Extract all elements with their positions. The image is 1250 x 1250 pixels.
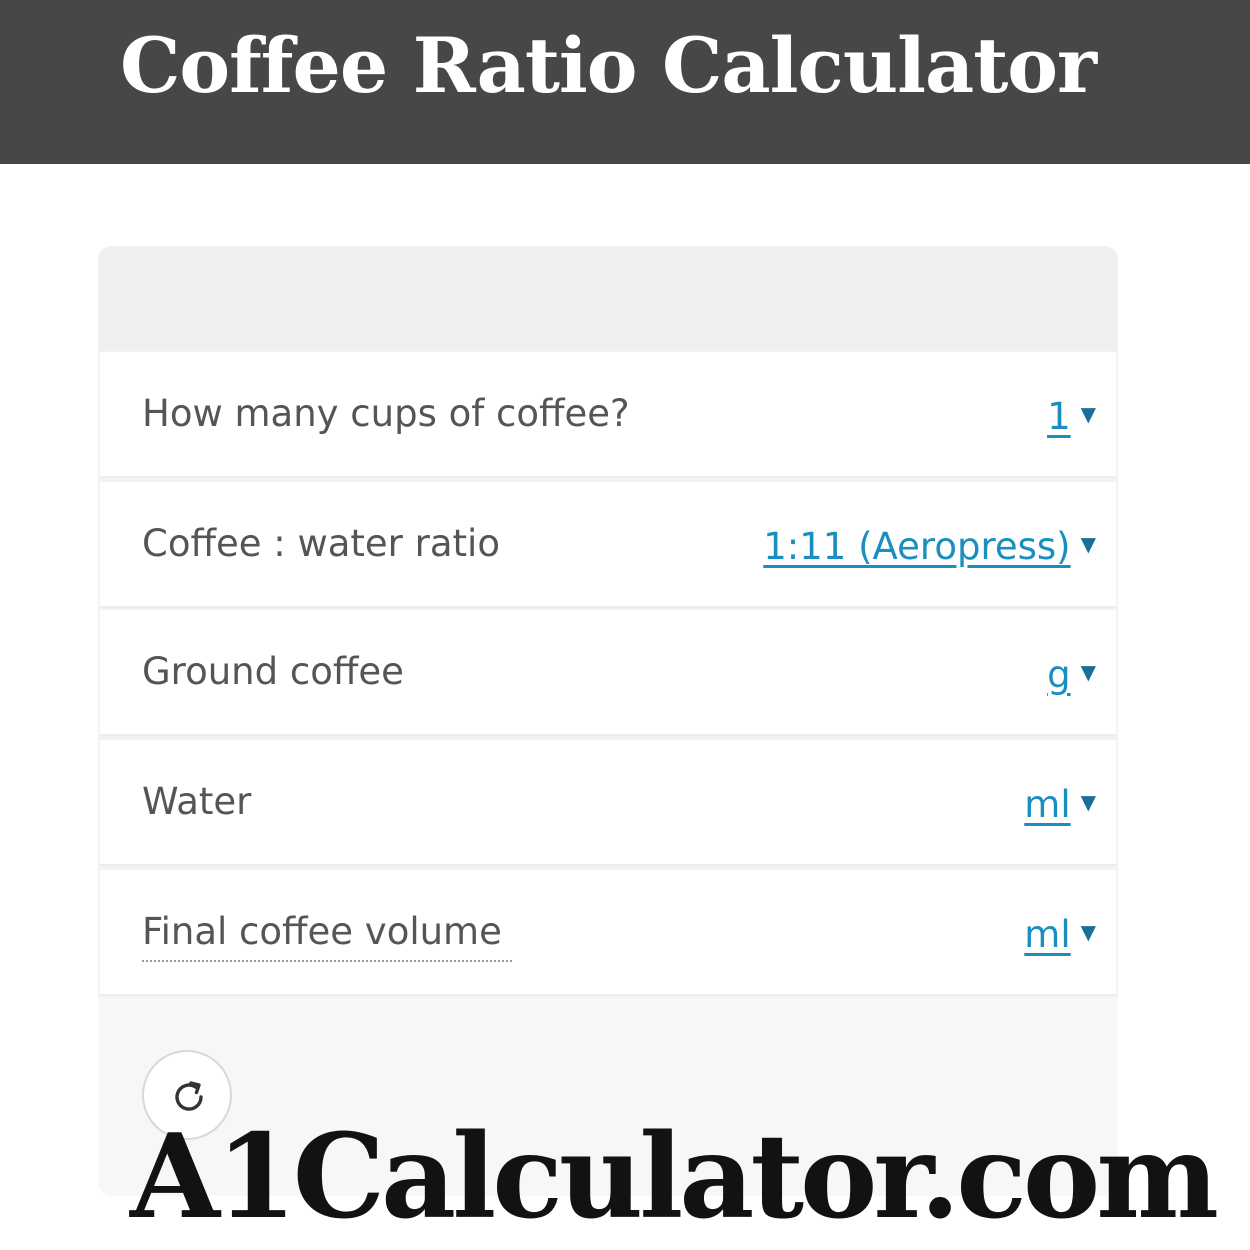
cups-select[interactable]: 1 ▼ (1047, 388, 1096, 443)
chevron-down-icon: ▼ (1080, 790, 1096, 814)
cups-label: How many cups of coffee? (142, 392, 630, 435)
chevron-down-icon: ▼ (1080, 920, 1096, 944)
row-ground-coffee: Ground coffee g ▼ (100, 610, 1116, 736)
page-title: Coffee Ratio Calculator (119, 21, 1097, 110)
water-unit-select[interactable]: ml ▼ (1024, 776, 1096, 831)
row-ratio: Coffee : water ratio 1:11 (Aeropress) ▼ (100, 482, 1116, 608)
row-final-volume: Final coffee volume ml ▼ (100, 870, 1116, 996)
final-volume-unit-select[interactable]: ml ▼ (1024, 906, 1096, 961)
row-cups: How many cups of coffee? 1 ▼ (100, 352, 1116, 478)
final-volume-unit-value: ml (1024, 913, 1071, 956)
ratio-select-value: 1:11 (Aeropress) (763, 525, 1071, 568)
ratio-select[interactable]: 1:11 (Aeropress) ▼ (763, 518, 1096, 573)
page-header: Coffee Ratio Calculator (0, 0, 1250, 164)
chevron-down-icon: ▼ (1080, 402, 1096, 426)
calculator-card-header (98, 246, 1118, 350)
row-water: Water ml ▼ (100, 740, 1116, 866)
chevron-down-icon: ▼ (1080, 532, 1096, 556)
site-watermark: A1Calculator.com (130, 1109, 1219, 1245)
water-label: Water (142, 780, 252, 823)
final-volume-label[interactable]: Final coffee volume (142, 906, 512, 962)
cups-select-value: 1 (1047, 395, 1071, 438)
ground-coffee-label: Ground coffee (142, 650, 404, 693)
ground-coffee-unit-select[interactable]: g ▼ (1047, 646, 1096, 701)
ratio-label: Coffee : water ratio (142, 522, 500, 565)
ground-coffee-unit-value: g (1047, 653, 1071, 696)
chevron-down-icon: ▼ (1080, 660, 1096, 684)
water-unit-value: ml (1024, 783, 1071, 826)
